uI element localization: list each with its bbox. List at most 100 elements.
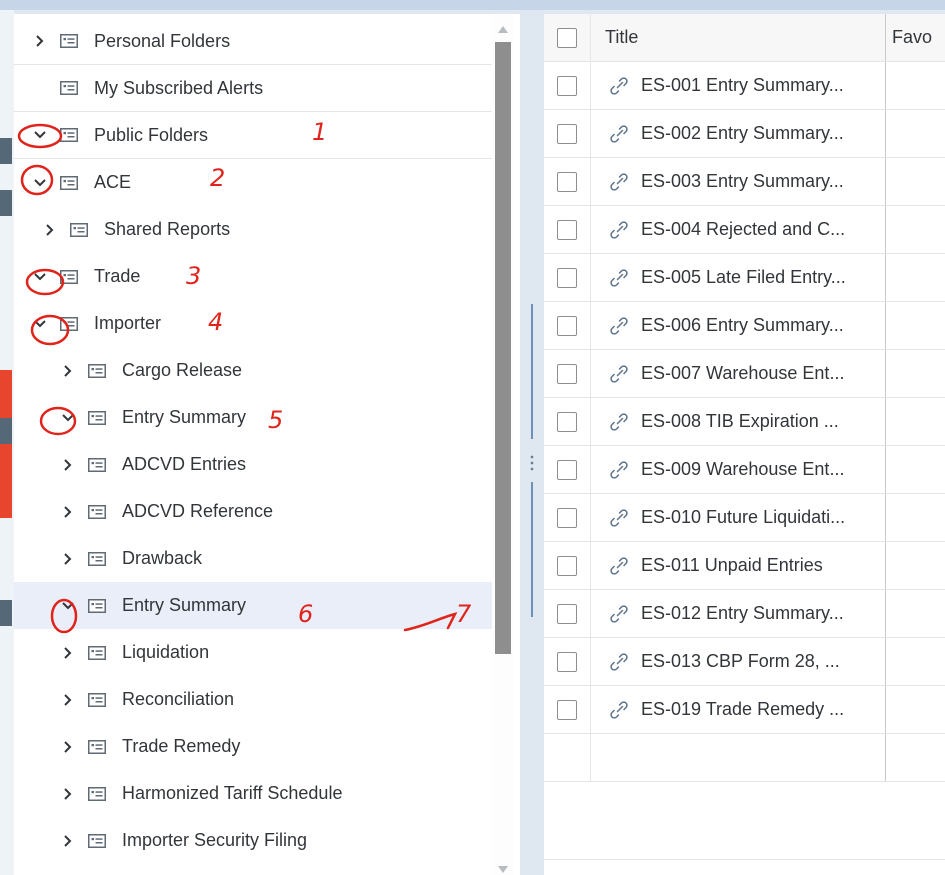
report-title[interactable]: ES-001 Entry Summary... <box>641 75 844 96</box>
chevron-down-icon[interactable] <box>60 598 76 614</box>
table-row[interactable]: ES-003 Entry Summary... <box>544 158 945 206</box>
title-cell[interactable]: ES-005 Late Filed Entry... <box>591 254 886 301</box>
title-cell[interactable]: ES-003 Entry Summary... <box>591 158 886 205</box>
tree-item[interactable]: Trade <box>14 253 492 300</box>
tree-item[interactable]: My Subscribed Alerts <box>14 65 492 112</box>
table-row[interactable]: ES-009 Warehouse Ent... <box>544 446 945 494</box>
chevron-right-icon[interactable] <box>42 222 58 238</box>
tree-item[interactable]: Trade Remedy <box>14 723 492 770</box>
report-title[interactable]: ES-006 Entry Summary... <box>641 315 844 336</box>
table-row[interactable]: ES-004 Rejected and C... <box>544 206 945 254</box>
row-checkbox[interactable] <box>557 75 577 96</box>
report-title[interactable]: ES-019 Trade Remedy ... <box>641 699 844 720</box>
title-cell[interactable]: ES-009 Warehouse Ent... <box>591 446 886 493</box>
report-title[interactable]: ES-004 Rejected and C... <box>641 219 845 240</box>
title-cell[interactable]: ES-006 Entry Summary... <box>591 302 886 349</box>
chevron-right-icon[interactable] <box>60 551 76 567</box>
tree-item[interactable]: Cargo Release <box>14 347 492 394</box>
row-checkbox[interactable] <box>557 555 577 576</box>
row-checkbox[interactable] <box>557 171 577 192</box>
splitter-grip-icon[interactable] <box>530 454 534 472</box>
title-cell[interactable]: ES-007 Warehouse Ent... <box>591 350 886 397</box>
row-checkbox[interactable] <box>557 411 577 432</box>
table-row[interactable]: ES-011 Unpaid Entries <box>544 542 945 590</box>
chevron-down-icon[interactable] <box>32 269 48 285</box>
chevron-right-icon[interactable] <box>60 504 76 520</box>
table-row[interactable]: ES-002 Entry Summary... <box>544 110 945 158</box>
title-cell[interactable]: ES-008 TIB Expiration ... <box>591 398 886 445</box>
scroll-down-arrow-icon[interactable] <box>498 866 508 873</box>
row-checkbox[interactable] <box>557 267 577 288</box>
tree-item[interactable]: Reconciliation <box>14 676 492 723</box>
chevron-down-icon[interactable] <box>60 410 76 426</box>
tree-item[interactable]: Importer <box>14 300 492 347</box>
report-title[interactable]: ES-005 Late Filed Entry... <box>641 267 846 288</box>
chevron-right-icon[interactable] <box>60 692 76 708</box>
chevron-right-icon[interactable] <box>60 739 76 755</box>
title-cell[interactable]: ES-013 CBP Form 28, ... <box>591 638 886 685</box>
report-title[interactable]: ES-002 Entry Summary... <box>641 123 844 144</box>
title-column-header[interactable]: Title <box>591 14 886 61</box>
report-title[interactable]: ES-009 Warehouse Ent... <box>641 459 844 480</box>
tree-item[interactable]: Liquidation <box>14 629 492 676</box>
tree-scrollbar[interactable] <box>492 14 514 875</box>
tree-item[interactable]: ADCVD Entries <box>14 441 492 488</box>
table-row[interactable]: ES-019 Trade Remedy ... <box>544 686 945 734</box>
title-cell[interactable]: ES-004 Rejected and C... <box>591 206 886 253</box>
tree-item[interactable]: Drawback <box>14 535 492 582</box>
table-row[interactable]: ES-005 Late Filed Entry... <box>544 254 945 302</box>
chevron-down-icon[interactable] <box>32 175 48 191</box>
favorite-column-header[interactable]: Favo <box>886 14 945 61</box>
report-title[interactable]: ES-011 Unpaid Entries <box>641 555 823 576</box>
chevron-right-icon[interactable] <box>32 33 48 49</box>
row-checkbox[interactable] <box>557 651 577 672</box>
table-row[interactable]: ES-006 Entry Summary... <box>544 302 945 350</box>
chevron-right-icon[interactable] <box>60 457 76 473</box>
table-row[interactable]: ES-013 CBP Form 28, ... <box>544 638 945 686</box>
tree-item[interactable]: Harmonized Tariff Schedule <box>14 770 492 817</box>
report-title[interactable]: ES-013 CBP Form 28, ... <box>641 651 840 672</box>
chevron-down-icon[interactable] <box>32 127 48 143</box>
scrollbar-thumb[interactable] <box>495 42 511 654</box>
title-cell[interactable]: ES-002 Entry Summary... <box>591 110 886 157</box>
title-cell[interactable]: ES-012 Entry Summary... <box>591 590 886 637</box>
table-row[interactable]: ES-008 TIB Expiration ... <box>544 398 945 446</box>
row-checkbox[interactable] <box>557 219 577 240</box>
row-checkbox[interactable] <box>557 459 577 480</box>
tree-item[interactable]: ACE <box>14 159 492 206</box>
title-cell[interactable]: ES-010 Future Liquidati... <box>591 494 886 541</box>
title-cell[interactable]: ES-011 Unpaid Entries <box>591 542 886 589</box>
row-checkbox[interactable] <box>557 123 577 144</box>
row-checkbox[interactable] <box>557 315 577 336</box>
row-checkbox[interactable] <box>557 603 577 624</box>
tree-item[interactable]: Shared Reports <box>14 206 492 253</box>
row-checkbox[interactable] <box>557 363 577 384</box>
table-row[interactable]: ES-010 Future Liquidati... <box>544 494 945 542</box>
title-cell[interactable]: ES-019 Trade Remedy ... <box>591 686 886 733</box>
tree-item[interactable]: Personal Folders <box>14 18 492 65</box>
row-checkbox[interactable] <box>557 507 577 528</box>
chevron-right-icon[interactable] <box>60 363 76 379</box>
tree-item[interactable]: Entry Summary <box>14 394 492 441</box>
select-all-checkbox[interactable] <box>557 27 577 48</box>
table-row[interactable]: ES-012 Entry Summary... <box>544 590 945 638</box>
title-cell[interactable]: ES-001 Entry Summary... <box>591 62 886 109</box>
report-title[interactable]: ES-010 Future Liquidati... <box>641 507 845 528</box>
chevron-right-icon[interactable] <box>60 833 76 849</box>
report-title[interactable]: ES-007 Warehouse Ent... <box>641 363 844 384</box>
table-row[interactable]: ES-001 Entry Summary... <box>544 62 945 110</box>
tree-item[interactable]: Public Folders <box>14 112 492 159</box>
tree-item[interactable]: ADCVD Reference <box>14 488 492 535</box>
tree-item[interactable]: Importer Security Filing <box>14 817 492 864</box>
scroll-up-arrow-icon[interactable] <box>498 26 508 33</box>
report-title[interactable]: ES-003 Entry Summary... <box>641 171 844 192</box>
panel-splitter[interactable] <box>520 14 544 875</box>
chevron-down-icon[interactable] <box>32 316 48 332</box>
report-title[interactable]: ES-012 Entry Summary... <box>641 603 844 624</box>
chevron-right-icon[interactable] <box>60 645 76 661</box>
chevron-right-icon[interactable] <box>60 786 76 802</box>
table-row[interactable]: ES-007 Warehouse Ent... <box>544 350 945 398</box>
row-checkbox[interactable] <box>557 699 577 720</box>
tree-item[interactable]: Entry Summary <box>14 582 492 629</box>
report-title[interactable]: ES-008 TIB Expiration ... <box>641 411 839 432</box>
